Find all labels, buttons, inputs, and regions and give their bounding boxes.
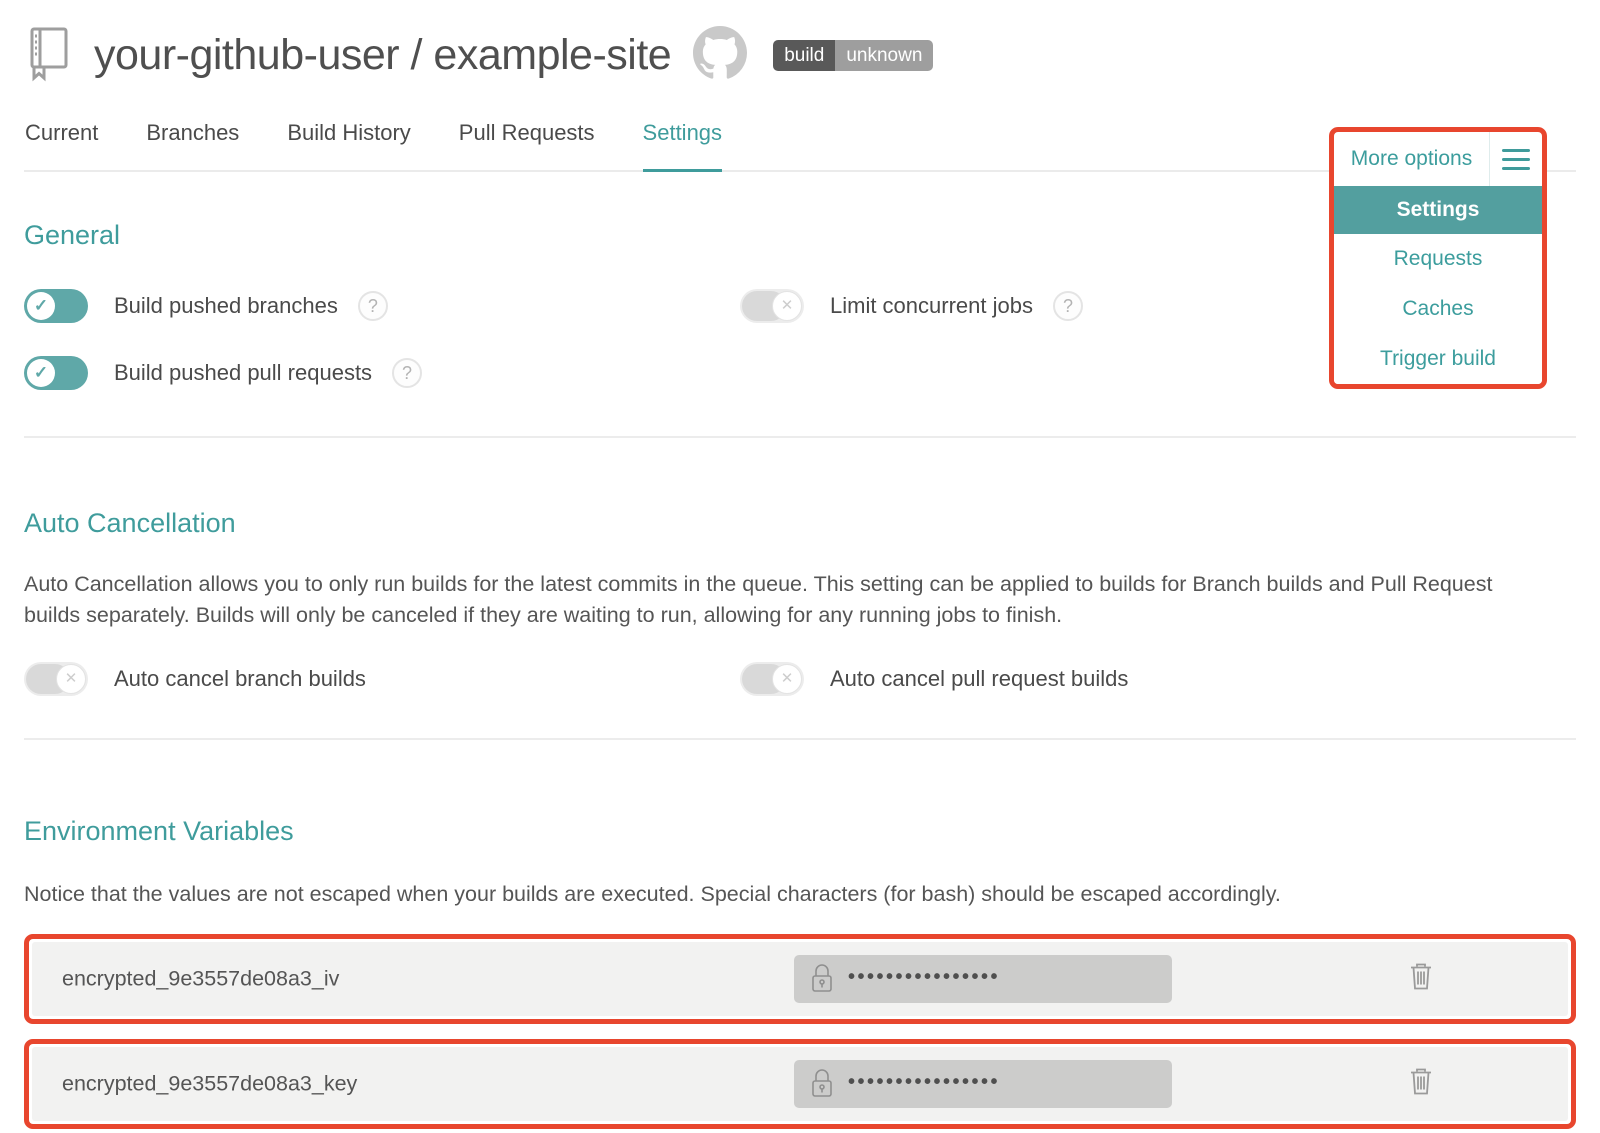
- toggle-auto-cancel-pull-request-builds[interactable]: ✕: [740, 662, 804, 696]
- env-var-name[interactable]: encrypted_9e3557de08a3_key: [62, 1072, 357, 1097]
- help-icon[interactable]: ?: [358, 291, 388, 321]
- menu-item-caches[interactable]: Caches: [1334, 284, 1542, 334]
- environment-variables-section-title: Environment Variables: [24, 816, 1576, 847]
- menu-item-settings[interactable]: Settings: [1334, 186, 1542, 234]
- tab-pull-requests[interactable]: Pull Requests: [459, 120, 595, 170]
- repo-header: your-github-user / example-site build un…: [24, 0, 1576, 88]
- lock-icon: [809, 1068, 835, 1100]
- section-divider: [24, 436, 1576, 438]
- build-status-badge: build unknown: [773, 40, 933, 71]
- more-options-highlight-box: More options Settings Requests Caches Tr…: [1329, 127, 1547, 389]
- toggle-label: Auto cancel pull request builds: [830, 666, 1128, 692]
- env-var-value-field[interactable]: ••••••••••••••••: [794, 1060, 1172, 1108]
- toggle-auto-cancel-branch-builds[interactable]: ✕: [24, 662, 88, 696]
- env-var-masked-value: ••••••••••••••••: [848, 966, 1000, 989]
- toggle-label: Build pushed branches: [114, 293, 338, 319]
- auto-cancellation-section-title: Auto Cancellation: [24, 508, 1576, 539]
- help-icon[interactable]: ?: [1053, 291, 1083, 321]
- page-title: your-github-user / example-site: [94, 31, 671, 80]
- trash-icon: [1407, 1066, 1435, 1098]
- env-var-name[interactable]: encrypted_9e3557de08a3_iv: [62, 967, 339, 992]
- toggle-row-build-pushed-pull-requests: ✓ Build pushed pull requests ?: [24, 356, 740, 390]
- toggle-row-auto-cancel-branch-builds: ✕ Auto cancel branch builds: [24, 662, 740, 696]
- badge-status-value: unknown: [835, 40, 933, 71]
- env-var-highlight-box-iv: encrypted_9e3557de08a3_iv ••••••••••••••…: [24, 934, 1576, 1024]
- toggle-limit-concurrent-jobs[interactable]: ✕: [740, 289, 804, 323]
- hamburger-icon[interactable]: [1490, 149, 1542, 170]
- tab-branches[interactable]: Branches: [146, 120, 239, 170]
- toggle-label: Limit concurrent jobs: [830, 293, 1033, 319]
- github-logo-icon[interactable]: [693, 26, 747, 85]
- env-var-value-field[interactable]: ••••••••••••••••: [794, 955, 1172, 1003]
- toggle-build-pushed-branches[interactable]: ✓: [24, 289, 88, 323]
- env-var-masked-value: ••••••••••••••••: [848, 1071, 1000, 1094]
- auto-cancellation-description: Auto Cancellation allows you to only run…: [24, 569, 1504, 631]
- menu-item-requests[interactable]: Requests: [1334, 234, 1542, 284]
- help-icon[interactable]: ?: [392, 358, 422, 388]
- repo-book-icon: [24, 24, 74, 87]
- toggle-row-build-pushed-branches: ✓ Build pushed branches ?: [24, 289, 740, 323]
- trash-icon: [1407, 961, 1435, 993]
- toggle-label: Build pushed pull requests: [114, 360, 372, 386]
- tab-build-history[interactable]: Build History: [287, 120, 410, 170]
- tab-settings[interactable]: Settings: [643, 120, 723, 172]
- toggle-label: Auto cancel branch builds: [114, 666, 366, 692]
- env-var-row: encrypted_9e3557de08a3_iv ••••••••••••••…: [32, 942, 1568, 1016]
- environment-variables-notice: Notice that the values are not escaped w…: [24, 879, 1504, 910]
- tab-current[interactable]: Current: [25, 120, 98, 170]
- delete-env-var-button[interactable]: [1407, 961, 1435, 998]
- env-var-highlight-box-key: encrypted_9e3557de08a3_key •••••••••••••…: [24, 1039, 1576, 1129]
- lock-icon: [809, 963, 835, 995]
- env-var-row: encrypted_9e3557de08a3_key •••••••••••••…: [32, 1047, 1568, 1121]
- badge-build-label: build: [773, 40, 835, 71]
- more-options-header: More options: [1334, 132, 1542, 186]
- delete-env-var-button[interactable]: [1407, 1066, 1435, 1103]
- toggle-row-auto-cancel-pull-request-builds: ✕ Auto cancel pull request builds: [740, 662, 1576, 696]
- toggle-build-pushed-pull-requests[interactable]: ✓: [24, 356, 88, 390]
- menu-item-trigger-build[interactable]: Trigger build: [1334, 334, 1542, 384]
- auto-cancellation-toggles: ✕ Auto cancel branch builds ✕ Auto cance…: [24, 662, 1576, 696]
- settings-page: your-github-user / example-site build un…: [0, 0, 1600, 1133]
- section-divider: [24, 738, 1576, 740]
- more-options-button[interactable]: More options: [1334, 147, 1489, 171]
